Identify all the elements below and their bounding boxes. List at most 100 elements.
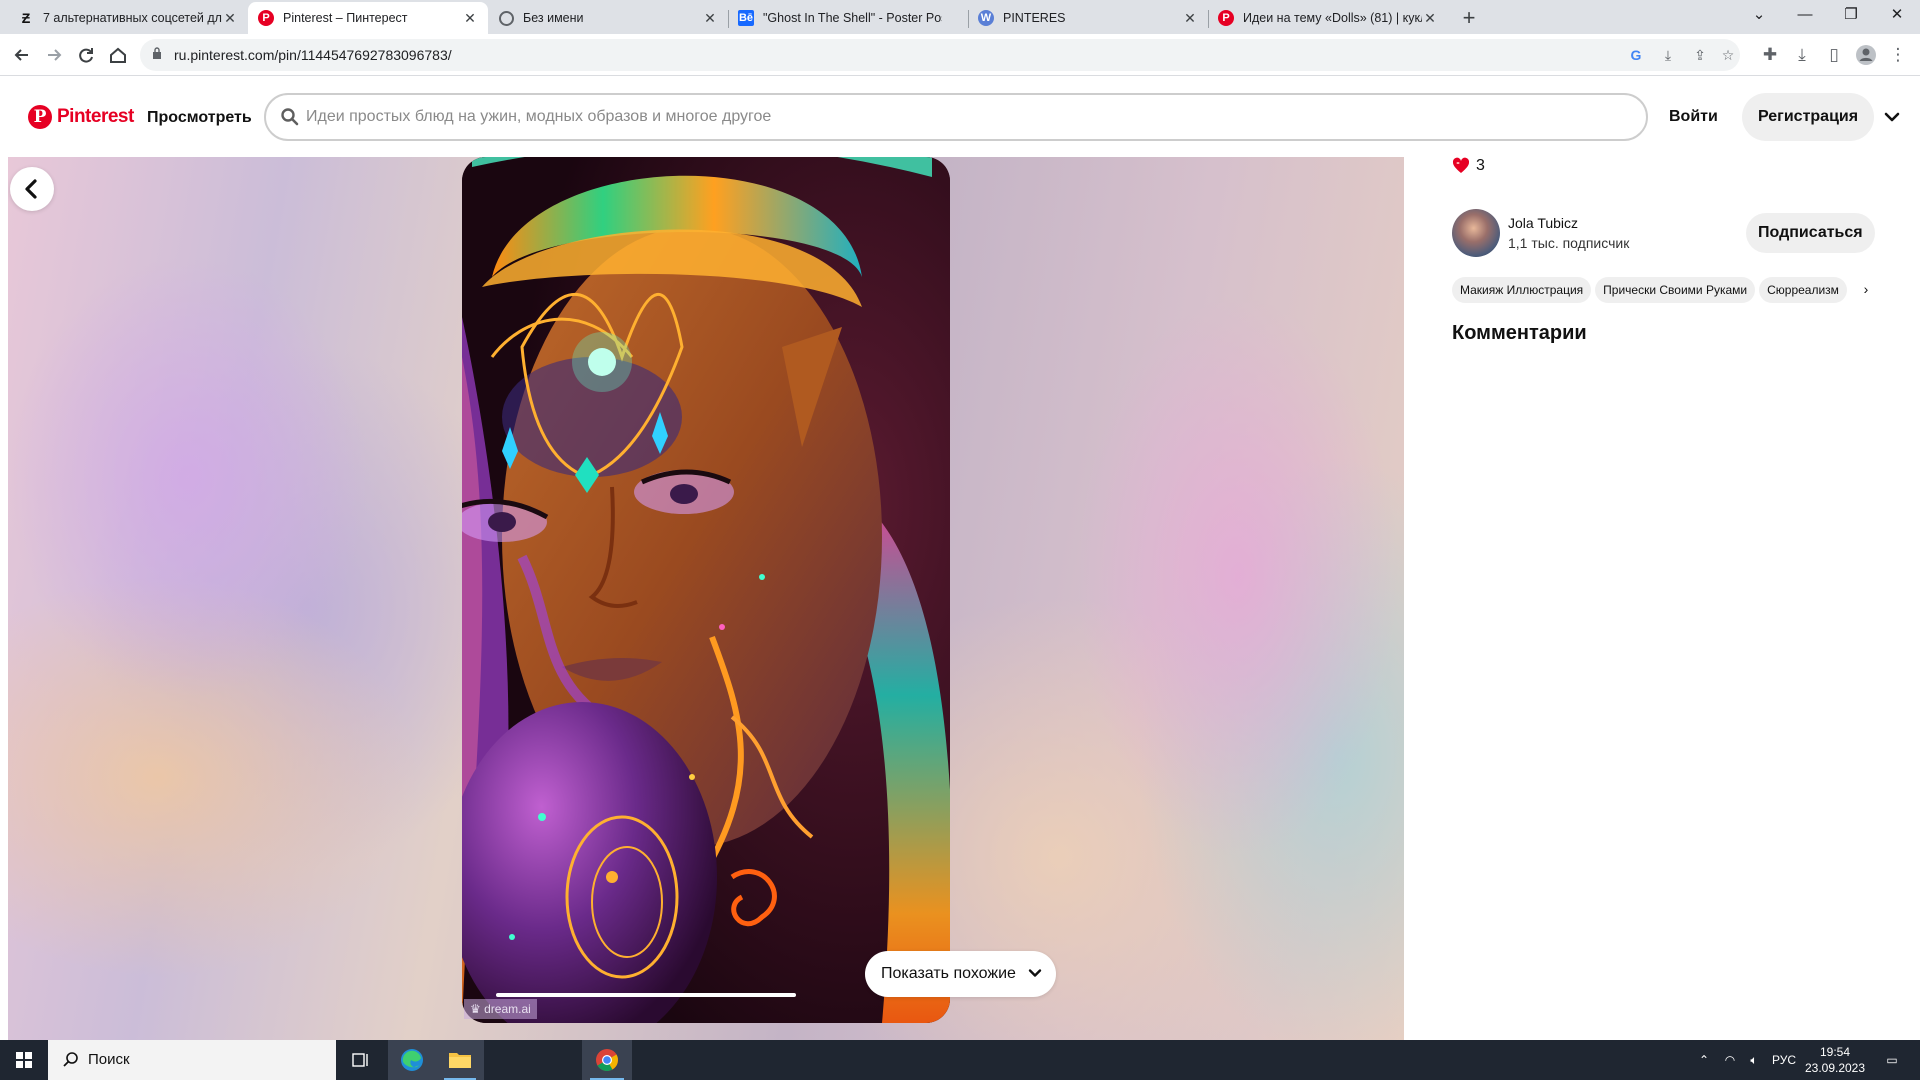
pin-image[interactable]	[462, 157, 950, 1023]
windows-start-icon[interactable]	[0, 1040, 48, 1080]
tray-overflow-icon[interactable]: ⌃	[1692, 1040, 1716, 1080]
close-tab-icon[interactable]: ✕	[222, 10, 238, 27]
share-icon[interactable]: ⇪	[1690, 45, 1710, 65]
search-bar[interactable]	[264, 93, 1648, 141]
clock-time: 19:54	[1819, 1045, 1851, 1059]
tab-title: 7 альтернативных соцсетей для	[43, 11, 222, 25]
tag-chip[interactable]: Прически Своими Руками	[1595, 277, 1756, 303]
tab-title: Идеи на тему «Dolls» (81) | кукл	[1243, 11, 1422, 25]
close-tab-icon[interactable]: ✕	[702, 10, 718, 27]
close-tab-icon[interactable]: ✕	[1422, 10, 1438, 27]
show-similar-button[interactable]: Показать похожие	[865, 951, 1056, 997]
tab-zen[interactable]: Ƶ 7 альтернативных соцсетей для ✕	[8, 2, 248, 34]
search-icon	[281, 108, 299, 126]
language-indicator[interactable]: РУС	[1768, 1040, 1800, 1080]
browser-toolbar: ru.pinterest.com/pin/1144547692783096783…	[0, 34, 1920, 76]
behance-favicon-icon: Bē	[738, 10, 754, 26]
install-app-icon[interactable]: ⤓	[1658, 45, 1678, 65]
tag-chip[interactable]: Макияж Иллюстрация	[1452, 277, 1592, 303]
logo-text: Pinterest	[57, 106, 134, 127]
downloads-icon[interactable]: ⤓	[1788, 41, 1816, 69]
taskbar-search[interactable]: Поиск	[48, 1040, 336, 1080]
pin-details-panel: 3 Jola Tubicz 1,1 тыс. подписчик Подписа…	[1404, 157, 1920, 1040]
comments-heading: Комментарии	[1452, 322, 1587, 344]
close-window-icon[interactable]: ✕	[1874, 0, 1920, 30]
pinterest-favicon-icon: P	[258, 10, 274, 26]
tag-chip[interactable]: Сюрреализм	[1759, 277, 1847, 303]
tab-title: Pinterest – Пинтерест	[283, 11, 408, 25]
video-progress-bar[interactable]	[496, 993, 796, 997]
author-followers: 1,1 тыс. подписчик	[1508, 235, 1630, 251]
chevron-left-icon	[25, 179, 37, 199]
pinterest-favicon-icon: P	[1218, 10, 1234, 26]
pinterest-logo-icon: P	[28, 105, 52, 129]
follow-button[interactable]: Подписаться	[1746, 213, 1875, 253]
webflow-favicon-icon: W	[978, 10, 994, 26]
taskbar-search-label: Поиск	[88, 1051, 130, 1068]
forward-icon[interactable]	[40, 41, 68, 69]
pinterest-header: P Pinterest Просмотреть Войти Регистраци…	[0, 77, 1920, 157]
back-icon[interactable]	[8, 41, 36, 69]
restore-icon[interactable]: ❐	[1828, 0, 1874, 30]
author-name[interactable]: Jola Tubicz	[1508, 215, 1578, 231]
tab-title: PINTERES	[1003, 11, 1066, 25]
google-icon[interactable]: G	[1626, 45, 1646, 65]
pinterest-logo[interactable]: P Pinterest	[28, 105, 134, 129]
avatar[interactable]	[1452, 209, 1500, 257]
heart-reaction-icon	[1452, 157, 1470, 173]
tag-list: Макияж Иллюстрация Прически Своими Руками…	[1452, 277, 1864, 307]
volume-icon[interactable]: 🔈︎	[1742, 1040, 1766, 1080]
minimize-icon[interactable]: —	[1782, 0, 1828, 30]
author-row: Jola Tubicz 1,1 тыс. подписчик Подписать…	[1452, 209, 1900, 257]
home-icon[interactable]	[104, 41, 132, 69]
watermark-text: dream.ai	[484, 1002, 531, 1016]
explore-link[interactable]: Просмотреть	[147, 109, 252, 127]
fantasy-portrait-illustration	[462, 157, 950, 1023]
close-tab-icon[interactable]: ✕	[462, 10, 478, 27]
back-button[interactable]	[10, 167, 54, 211]
tab-dolls[interactable]: P Идеи на тему «Dolls» (81) | кукл ✕	[1208, 2, 1448, 34]
chrome-icon[interactable]	[582, 1040, 632, 1080]
clock[interactable]: 19:54 23.09.2023	[1800, 1044, 1870, 1076]
new-tab-button[interactable]: +	[1455, 4, 1483, 32]
pin-closeup: ♛ dream.ai Показать похожие	[8, 157, 1404, 1040]
tab-pinterest-active[interactable]: P Pinterest – Пинтерест ✕	[248, 2, 488, 34]
reaction-count: 3	[1476, 157, 1485, 174]
file-explorer-icon[interactable]	[436, 1040, 484, 1080]
tab-pinteres[interactable]: W PINTERES ✕	[968, 2, 1208, 34]
watermark: ♛ dream.ai	[464, 999, 537, 1019]
search-input[interactable]	[306, 105, 1606, 129]
tab-untitled[interactable]: Без имени ✕	[488, 2, 728, 34]
tab-search-icon[interactable]: ⌄	[1736, 0, 1782, 30]
address-bar[interactable]: ru.pinterest.com/pin/1144547692783096783…	[140, 39, 1740, 71]
notifications-icon[interactable]: ▭	[1872, 1040, 1912, 1080]
show-similar-label: Показать похожие	[881, 965, 1016, 982]
menu-kebab-icon[interactable]: ⋮	[1884, 41, 1912, 69]
chevron-down-icon[interactable]	[1880, 105, 1904, 129]
globe-favicon-icon	[498, 10, 514, 26]
clock-date: 23.09.2023	[1804, 1061, 1866, 1075]
login-button[interactable]: Войти	[1655, 97, 1732, 137]
watermark-icon: ♛	[470, 1002, 485, 1016]
edge-icon[interactable]	[388, 1040, 436, 1080]
tab-title: Без имени	[523, 11, 584, 25]
side-panel-icon[interactable]: ▯	[1820, 41, 1848, 69]
extensions-icon[interactable]: ✚	[1756, 41, 1784, 69]
windows-taskbar: Поиск ⌃ ◠ 🔈︎ РУС 19:54 23.09.2023 ▭	[0, 1040, 1920, 1080]
tab-behance[interactable]: Bē "Ghost In The Shell" - Poster Pos ✕	[728, 2, 968, 34]
browser-tab-strip: Ƶ 7 альтернативных соцсетей для ✕ P Pint…	[0, 0, 1920, 34]
bookmark-star-icon[interactable]: ☆	[1718, 45, 1738, 65]
lock-icon	[153, 47, 161, 59]
task-view-icon[interactable]	[336, 1040, 384, 1080]
reload-icon[interactable]	[72, 41, 100, 69]
wifi-icon[interactable]: ◠	[1718, 1040, 1742, 1080]
close-tab-icon[interactable]: ✕	[1182, 10, 1198, 27]
profile-icon[interactable]	[1852, 41, 1880, 69]
url-text: ru.pinterest.com/pin/1144547692783096783…	[174, 47, 452, 63]
signup-button[interactable]: Регистрация	[1742, 93, 1875, 141]
search-icon	[63, 1052, 78, 1067]
chevron-down-icon	[1028, 969, 1042, 977]
reactions[interactable]: 3	[1452, 157, 1485, 175]
zen-favicon-icon: Ƶ	[21, 10, 31, 26]
chevron-right-icon[interactable]: ›	[1856, 279, 1876, 299]
